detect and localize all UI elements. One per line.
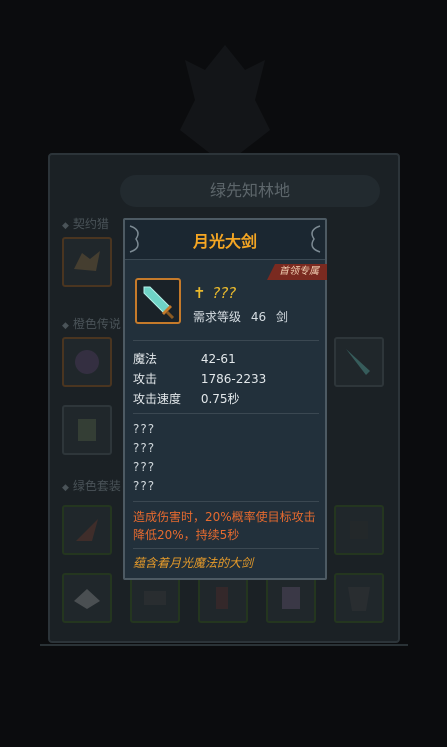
boss-exclusive-badge: 首领专属 [267,264,327,280]
equipment-slot[interactable] [334,337,384,387]
bracer-icon [216,587,228,609]
hero-silhouette [180,45,270,165]
equipment-slot[interactable] [266,573,316,623]
divider [133,501,319,502]
stat-row: 魔法 42-61 [133,350,236,367]
armor-icon [78,419,96,441]
wings-icon [76,519,98,541]
stat-value: 1786-2233 [200,372,267,386]
equipment-slot[interactable] [130,573,180,623]
stat-key: 魔法 [133,352,158,366]
item-icon-frame [135,278,181,324]
tooltip-header: 月光大剑 [125,220,325,260]
sword-icon [346,349,370,375]
divider [133,340,319,341]
background-panel-title: 绿先知林地 [120,175,380,207]
stat-row: 攻击速度 0.75秒 [133,390,240,407]
panel-bottom-frame [40,632,408,646]
item-level-row: ✝ ??? [193,284,236,302]
equipment-slot[interactable] [62,237,112,287]
item-effect: 造成伤害时，20%概率使目标攻击降低20%，持续5秒 [133,510,316,542]
cross-icon: ✝ [193,284,206,302]
stat-key: 攻击 [133,372,158,386]
belt-icon [144,591,166,605]
equipment-slot[interactable] [62,405,112,455]
requirement-row: 需求等级 46 剑 [193,308,294,325]
equipment-slot[interactable] [198,573,248,623]
requirement-label: 需求等级 [193,310,242,324]
greatsword-icon [143,286,175,319]
item-title: 月光大剑 [192,232,257,251]
stat-value: 42-61 [200,352,236,366]
shoulder-icon [74,589,100,609]
equipment-slot[interactable] [62,505,112,555]
section-label-contract: 契约猎 [62,215,109,232]
stat-key: 攻击速度 [133,392,182,406]
requirement-value: 46 [250,310,267,324]
item-level: ??? [212,284,237,302]
item-flavor-text: 蕴含着月光魔法的大剑 [133,556,254,570]
equipment-slot[interactable] [62,337,112,387]
equipment-slot[interactable] [334,505,384,555]
divider [133,413,319,414]
equipment-slot[interactable] [334,573,384,623]
item-tooltip: 月光大剑 首领专属 ✝ ??? 需求等级 46 剑 魔法 42-61 攻击 17… [123,218,327,580]
beast-icon [74,251,100,271]
unknown-affix: ??? [133,422,156,436]
unknown-affix: ??? [133,460,156,474]
equipment-slot[interactable] [62,573,112,623]
helmet-icon [75,350,99,374]
weapon-type: 剑 [275,310,288,324]
unknown-affix: ??? [133,479,156,493]
boots-icon [282,587,300,609]
mask-icon [350,521,368,539]
ornament-right-icon [311,225,321,253]
divider [133,548,319,549]
stat-value: 0.75秒 [200,392,240,406]
unknown-affix: ??? [133,441,156,455]
stat-row: 攻击 1786-2233 [133,370,266,387]
section-label-green: 绿色套装 [62,477,121,494]
cloak-icon [348,587,370,611]
section-label-orange: 橙色传说 [62,315,121,332]
